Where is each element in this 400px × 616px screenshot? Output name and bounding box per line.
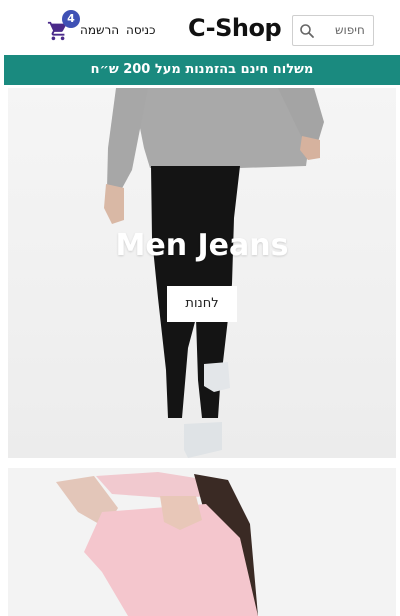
cart-count-badge: 4 (62, 10, 80, 28)
search-icon[interactable] (299, 23, 315, 39)
hero-title: Men Jeans (115, 228, 289, 263)
search-placeholder: חיפוש (335, 23, 365, 37)
hero-banner-men-jeans[interactable]: Men Jeans לחנות (8, 88, 396, 458)
site-logo[interactable]: C-Shop (188, 14, 282, 42)
login-link[interactable]: כניסה (126, 23, 155, 37)
search-input[interactable]: חיפוש (292, 15, 374, 46)
women-model-image (56, 472, 258, 616)
site-header: חיפוש C-Shop כניסה הרשמה 4 (0, 0, 400, 56)
promo-banner: משלוח חינם בהזמנות מעל 200 ש״ח (4, 55, 400, 85)
shop-now-button[interactable]: לחנות (167, 286, 237, 322)
hero-banner-women[interactable] (8, 468, 396, 616)
register-link[interactable]: הרשמה (80, 23, 119, 37)
hero-model-image (104, 88, 324, 458)
